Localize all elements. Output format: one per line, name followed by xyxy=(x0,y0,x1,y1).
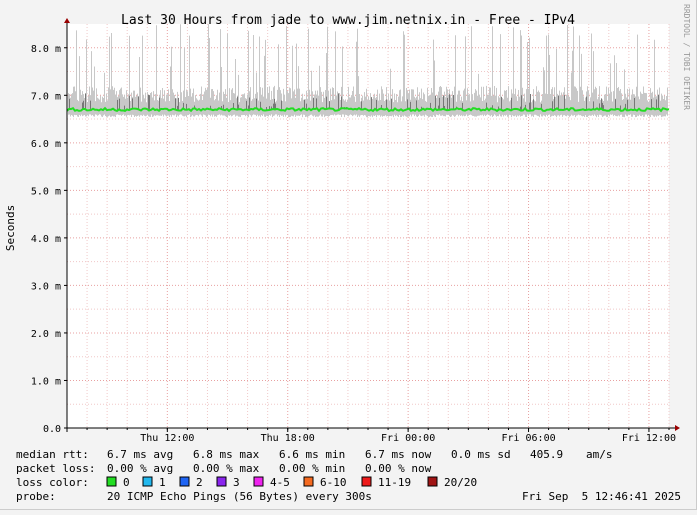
y-tick-label: 0.0 xyxy=(43,424,61,435)
median-rtt-avg: 6.7 ms avg xyxy=(107,448,173,461)
median-rtt-am: 405.9 xyxy=(530,448,563,461)
packet-loss-now: 0.00 % now xyxy=(365,462,432,475)
loss-color-swatch xyxy=(179,476,190,487)
median-rtt-sd: 0.0 ms sd xyxy=(451,448,511,461)
loss-color-swatch xyxy=(106,476,117,487)
smokeping-graph: 0.0 1.0 m 2.0 m 3.0 m 4.0 m 5.0 m 6.0 m 7.0 m 8.… xyxy=(0,0,697,510)
x-tick-label: Fri 06:00 xyxy=(501,433,555,444)
probe-timestamp: Fri Sep 5 12:46:41 2025 xyxy=(522,490,681,503)
probe-label: probe: xyxy=(16,490,56,503)
loss-color-swatch xyxy=(303,476,314,487)
y-tick-label: 5.0 m xyxy=(31,186,61,197)
loss-color-item-label: 4-5 xyxy=(270,476,290,489)
median-rtt-label: median rtt: xyxy=(16,448,89,461)
x-tick-label: Fri 12:00 xyxy=(622,433,676,444)
y-tick-label: 2.0 m xyxy=(31,329,61,340)
loss-color-item-label: 0 xyxy=(123,476,130,489)
loss-color-swatch xyxy=(361,476,372,487)
y-tick-label: 4.0 m xyxy=(31,234,61,245)
x-tick-label: Thu 18:00 xyxy=(261,433,315,444)
loss-color-item-label: 20/20 xyxy=(444,476,477,489)
latency-chart: 0.0 1.0 m 2.0 m 3.0 m 4.0 m 5.0 m 6.0 m 7.0 m 8.… xyxy=(0,0,697,510)
chart-title: Last 30 Hours from jade to www.jim.netni… xyxy=(121,13,575,28)
median-rtt-am-unit: am/s xyxy=(586,448,613,461)
y-tick-label: 8.0 m xyxy=(31,44,61,55)
loss-color-item-label: 3 xyxy=(233,476,240,489)
median-rtt-max: 6.8 ms max xyxy=(193,448,260,461)
loss-color-swatch xyxy=(427,476,438,487)
legend-probe: probe: 20 ICMP Echo Pings (56 Bytes) eve… xyxy=(16,490,681,503)
probe-description: 20 ICMP Echo Pings (56 Bytes) every 300s xyxy=(107,490,372,503)
median-rtt-now: 6.7 ms now xyxy=(365,448,432,461)
packet-loss-avg: 0.00 % avg xyxy=(107,462,173,475)
loss-color-swatch xyxy=(216,476,227,487)
y-tick-label: 6.0 m xyxy=(31,139,61,150)
packet-loss-max: 0.00 % max xyxy=(193,462,260,475)
y-tick-label: 7.0 m xyxy=(31,91,61,102)
median-rtt-min: 6.6 ms min xyxy=(279,448,345,461)
loss-color-swatch xyxy=(142,476,153,487)
loss-color-swatch xyxy=(253,476,264,487)
legend-packet-loss: packet loss: 0.00 % avg 0.00 % max 0.00 … xyxy=(16,462,432,475)
y-tick-label: 1.0 m xyxy=(31,376,61,387)
rrdtool-watermark: RRDTOOL / TOBI OETIKER xyxy=(682,4,691,110)
y-tick-label: 3.0 m xyxy=(31,281,61,292)
y-axis-label: Seconds xyxy=(4,205,17,251)
packet-loss-min: 0.00 % min xyxy=(279,462,345,475)
x-tick-label: Fri 00:00 xyxy=(381,433,435,444)
x-tick-label: Thu 12:00 xyxy=(140,433,194,444)
loss-color-item-label: 6-10 xyxy=(320,476,347,489)
packet-loss-label: packet loss: xyxy=(16,462,95,475)
loss-color-item-label: 1 xyxy=(159,476,166,489)
loss-color-label: loss color: xyxy=(16,476,89,489)
loss-color-item-label: 11-19 xyxy=(378,476,411,489)
loss-color-item-label: 2 xyxy=(196,476,203,489)
